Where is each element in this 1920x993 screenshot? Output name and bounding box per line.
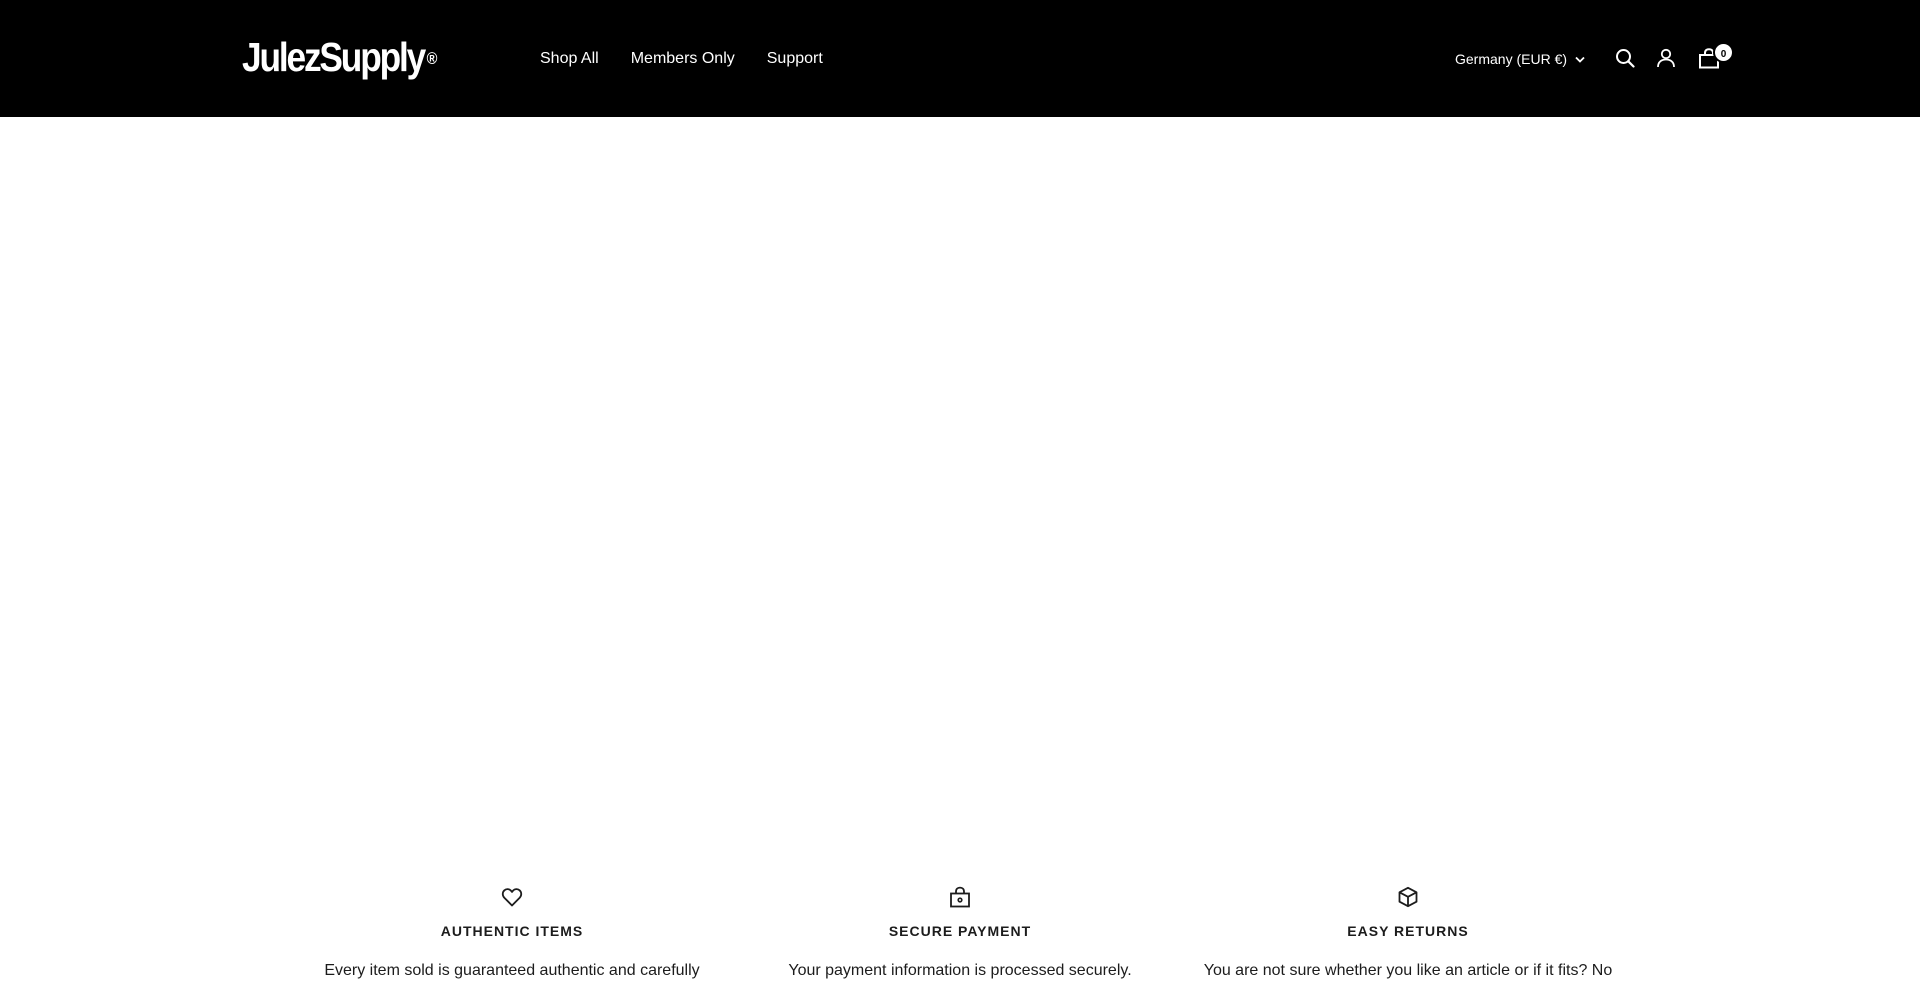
chevron-down-icon [1575, 56, 1585, 63]
site-header: JulezSupply ® Shop All Members Only Suppo… [0, 0, 1920, 117]
feature-title: AUTHENTIC ITEMS [440, 923, 584, 939]
main-nav: Shop All Members Only Support [540, 49, 823, 69]
site-logo[interactable]: JulezSupply ® [242, 34, 437, 80]
locale-label: Germany (EUR €) [1455, 51, 1568, 67]
feature-text: Every item sold is guaranteed authentic … [324, 962, 700, 979]
logo-text: JulezSupply [242, 34, 426, 80]
box-icon [1398, 886, 1418, 908]
search-button[interactable] [1613, 46, 1637, 70]
feature-title: SECURE PAYMENT [888, 923, 1032, 939]
feature-text: Your payment information is processed se… [788, 962, 1132, 979]
registered-mark: ® [426, 49, 438, 68]
locale-selector[interactable]: Germany (EUR €) [1455, 50, 1585, 68]
feature-secure-payment: SECURE PAYMENT Your payment information … [750, 886, 1170, 983]
account-icon [1657, 48, 1675, 68]
feature-title: EASY RETURNS [1347, 923, 1469, 939]
feature-authentic-items: AUTHENTIC ITEMS Every item sold is guara… [302, 886, 722, 983]
heart-icon [501, 888, 523, 907]
nav-shop-all[interactable]: Shop All [540, 49, 599, 69]
feature-text: You are not sure whether you like an art… [1203, 962, 1613, 979]
lock-bag-icon [950, 886, 970, 908]
nav-members-only[interactable]: Members Only [631, 49, 735, 69]
nav-support[interactable]: Support [767, 49, 823, 69]
hero-section [0, 117, 1920, 857]
account-button[interactable] [1654, 46, 1678, 70]
feature-easy-returns: EASY RETURNS You are not sure whether yo… [1198, 886, 1618, 983]
cart-count-badge: 0 [1713, 42, 1734, 63]
search-icon [1616, 49, 1635, 68]
